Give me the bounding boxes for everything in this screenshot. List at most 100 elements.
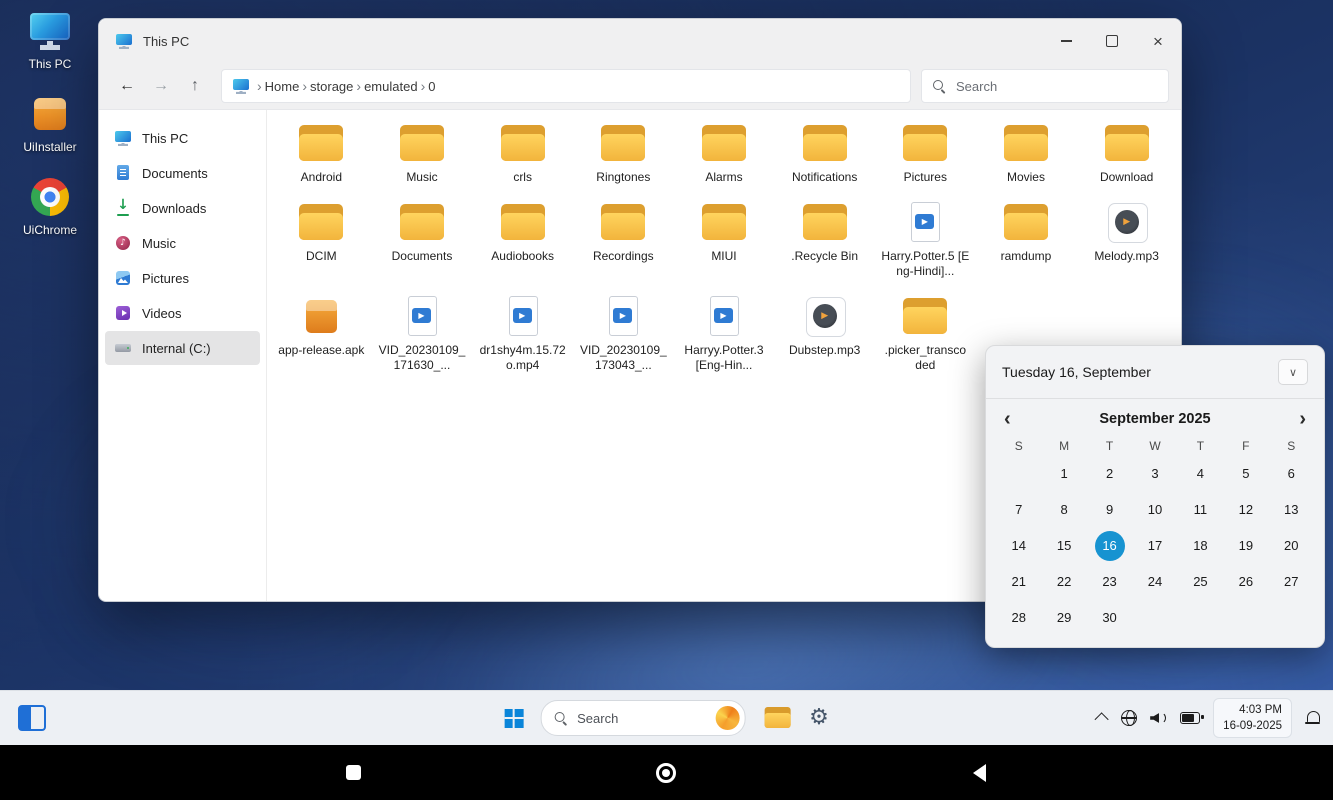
file-item[interactable]: dr1shy4m.15.72o.mp4 (474, 295, 572, 373)
calendar-collapse-button[interactable]: ∨ (1278, 359, 1308, 385)
taskbar-search-input[interactable]: Search (540, 700, 745, 736)
calendar-day[interactable]: 29 (1049, 603, 1079, 633)
home-button[interactable] (636, 745, 696, 800)
notifications-bell-icon[interactable] (1305, 710, 1321, 726)
maximize-button[interactable] (1089, 19, 1135, 63)
calendar-day[interactable]: 15 (1049, 531, 1079, 561)
calendar-day[interactable]: 20 (1276, 531, 1306, 561)
calendar-day[interactable]: 21 (1004, 567, 1034, 597)
breadcrumb-item[interactable]: › Home (254, 78, 299, 94)
desktop-icon[interactable]: UiInstaller (12, 93, 88, 154)
calendar-day[interactable]: 18 (1185, 531, 1215, 561)
calendar-next-button[interactable]: › (1299, 409, 1306, 429)
battery-icon[interactable] (1180, 712, 1200, 724)
calendar-day[interactable] (1004, 459, 1034, 489)
file-item[interactable]: ramdump (977, 201, 1075, 279)
sidebar-item[interactable]: Internal (C:) (105, 331, 260, 365)
calendar-day[interactable]: 8 (1049, 495, 1079, 525)
file-item[interactable]: VID_20230109_171630_... (373, 295, 471, 373)
sidebar-item[interactable]: Documents (105, 156, 260, 190)
file-item[interactable]: Documents (373, 201, 471, 279)
calendar-day[interactable]: 25 (1185, 567, 1215, 597)
calendar-day[interactable] (1140, 603, 1170, 633)
file-item[interactable]: Notifications (776, 122, 874, 185)
desktop-icon[interactable]: UiChrome (12, 176, 88, 237)
recents-button[interactable] (323, 745, 383, 800)
file-item[interactable]: Pictures (876, 122, 974, 185)
breadcrumb[interactable]: › Home › storage › emulated › 0 (221, 69, 911, 103)
file-item[interactable]: Recordings (574, 201, 672, 279)
calendar-day[interactable]: 28 (1004, 603, 1034, 633)
file-item[interactable]: MIUI (675, 201, 773, 279)
volume-icon[interactable] (1150, 711, 1167, 725)
back-button[interactable]: ← (111, 70, 143, 102)
calendar-day[interactable] (1231, 603, 1261, 633)
tray-expand-icon[interactable] (1095, 712, 1109, 726)
calendar-day[interactable]: 27 (1276, 567, 1306, 597)
calendar-day[interactable]: 9 (1095, 495, 1125, 525)
sidebar-item[interactable]: Videos (105, 296, 260, 330)
titlebar[interactable]: This PC × (99, 19, 1181, 63)
calendar-day[interactable]: 6 (1276, 459, 1306, 489)
calendar-day[interactable]: 10 (1140, 495, 1170, 525)
settings-button[interactable]: ⚙ (809, 707, 829, 729)
file-item[interactable]: Harryy.Potter.3[Eng-Hin... (675, 295, 773, 373)
calendar-day[interactable]: 7 (1004, 495, 1034, 525)
file-item[interactable]: Download (1078, 122, 1176, 185)
sidebar-item[interactable]: Pictures (105, 261, 260, 295)
calendar-day[interactable]: 3 (1140, 459, 1170, 489)
file-item[interactable]: Melody.mp3 (1078, 201, 1176, 279)
file-item[interactable]: .Recycle Bin (776, 201, 874, 279)
back-button[interactable] (949, 745, 1009, 800)
file-item[interactable]: Harry.Potter.5 [Eng-Hindi]... (876, 201, 974, 279)
file-item[interactable]: Alarms (675, 122, 773, 185)
file-item[interactable]: Movies (977, 122, 1075, 185)
minimize-button[interactable] (1043, 19, 1089, 63)
breadcrumb-item[interactable]: › emulated (353, 78, 417, 94)
desktop-icon[interactable]: This PC (12, 10, 88, 71)
calendar-day[interactable]: 26 (1231, 567, 1261, 597)
calendar-month-label[interactable]: September 2025 (1099, 411, 1210, 427)
calendar-day[interactable]: 11 (1185, 495, 1215, 525)
file-item[interactable]: crls (474, 122, 572, 185)
sidebar-item[interactable]: This PC (105, 121, 260, 155)
calendar-day[interactable]: 5 (1231, 459, 1261, 489)
calendar-day[interactable]: 19 (1231, 531, 1261, 561)
calendar-day[interactable]: 4 (1185, 459, 1215, 489)
file-item[interactable]: Android (272, 122, 370, 185)
launcher-icon[interactable] (18, 705, 46, 731)
sidebar-item[interactable]: Music (105, 226, 260, 260)
calendar-day[interactable]: 24 (1140, 567, 1170, 597)
file-item[interactable]: DCIM (272, 201, 370, 279)
calendar-day[interactable]: 13 (1276, 495, 1306, 525)
calendar-day[interactable]: 2 (1095, 459, 1125, 489)
calendar-prev-button[interactable]: ‹ (1004, 409, 1011, 429)
file-item[interactable]: Dubstep.mp3 (776, 295, 874, 373)
calendar-day[interactable]: 23 (1095, 567, 1125, 597)
calendar-day[interactable]: 14 (1004, 531, 1034, 561)
clock[interactable]: 4:03 PM 16-09-2025 (1213, 698, 1292, 738)
close-button[interactable]: × (1135, 19, 1181, 63)
sidebar-item[interactable]: Downloads (105, 191, 260, 225)
calendar-day[interactable]: 30 (1095, 603, 1125, 633)
file-item[interactable]: Audiobooks (474, 201, 572, 279)
calendar-day[interactable]: 12 (1231, 495, 1261, 525)
calendar-day[interactable]: 22 (1049, 567, 1079, 597)
file-item[interactable]: Music (373, 122, 471, 185)
file-item[interactable]: app-release.apk (272, 295, 370, 373)
calendar-day[interactable]: 17 (1140, 531, 1170, 561)
start-button[interactable] (504, 709, 523, 728)
calendar-day[interactable]: 1 (1049, 459, 1079, 489)
breadcrumb-item[interactable]: › 0 (418, 78, 436, 94)
forward-button[interactable]: → (145, 70, 177, 102)
network-globe-icon[interactable] (1121, 710, 1137, 726)
file-item[interactable]: .picker_transcoded (876, 295, 974, 373)
window-search-input[interactable]: Search (921, 69, 1169, 103)
breadcrumb-item[interactable]: › storage (299, 78, 353, 94)
file-item[interactable]: Ringtones (574, 122, 672, 185)
file-explorer-button[interactable] (762, 705, 792, 731)
up-button[interactable]: ↑ (179, 70, 211, 102)
calendar-day[interactable] (1276, 603, 1306, 633)
calendar-day[interactable]: 16 (1095, 531, 1125, 561)
file-item[interactable]: VID_20230109_173043_... (574, 295, 672, 373)
